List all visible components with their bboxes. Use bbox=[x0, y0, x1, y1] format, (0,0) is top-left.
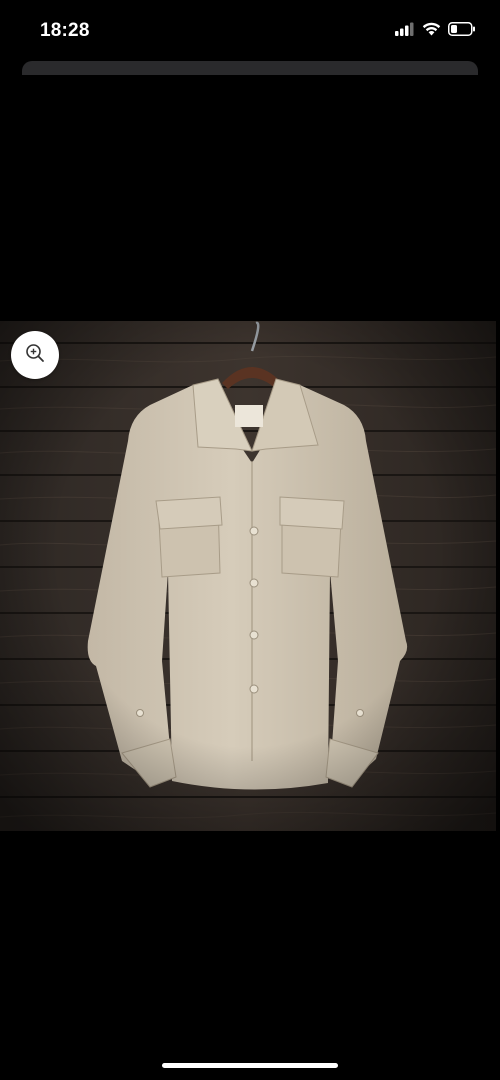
status-bar: 18:28 bbox=[0, 0, 500, 60]
product-photo[interactable] bbox=[0, 321, 496, 831]
zoom-in-icon bbox=[24, 342, 46, 369]
home-indicator[interactable] bbox=[162, 1063, 338, 1068]
battery-icon bbox=[448, 22, 476, 41]
wifi-icon bbox=[422, 22, 441, 41]
status-time: 18:28 bbox=[40, 20, 90, 41]
cellular-signal-icon bbox=[395, 22, 415, 41]
zoom-button[interactable] bbox=[11, 331, 59, 379]
status-icons bbox=[395, 22, 476, 41]
sheet-handle bbox=[22, 61, 478, 75]
shirt-image bbox=[0, 321, 496, 831]
